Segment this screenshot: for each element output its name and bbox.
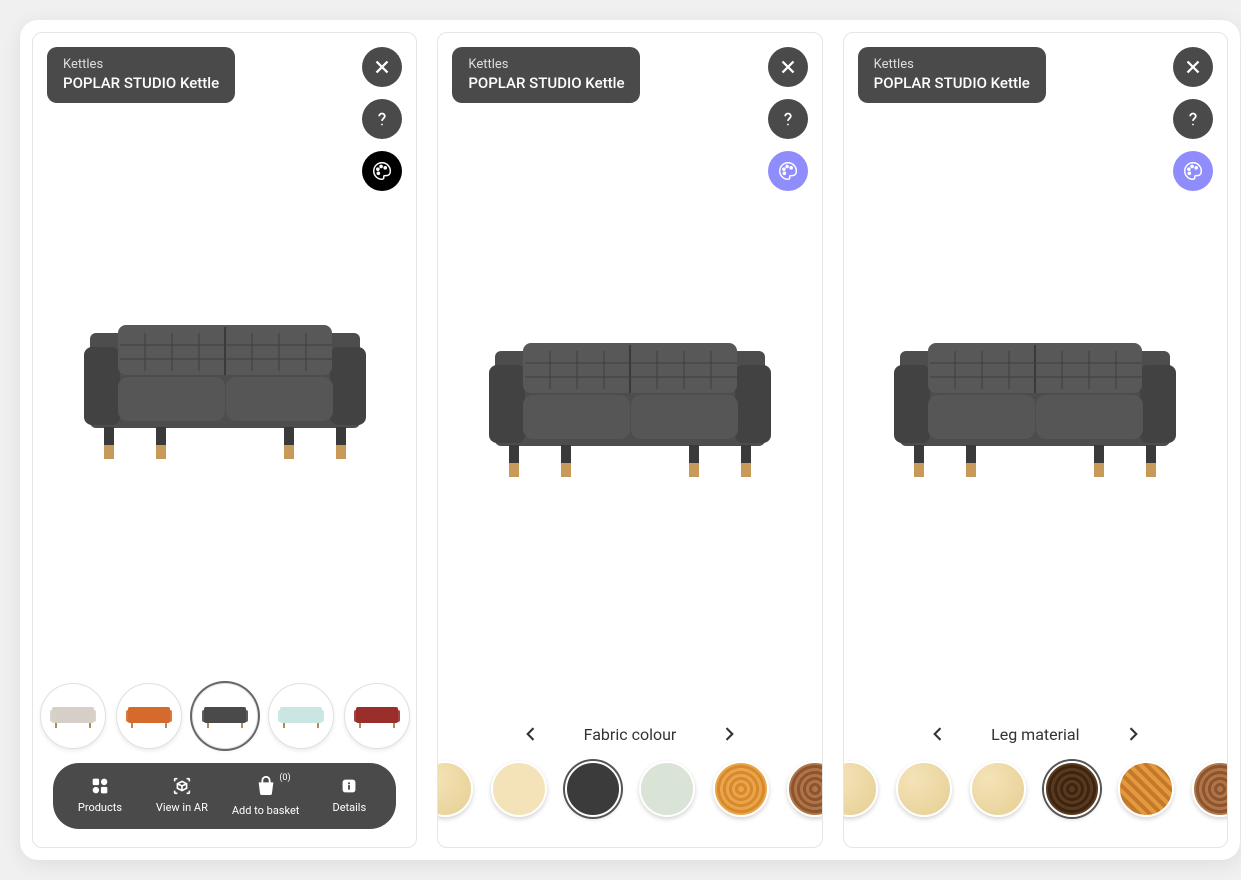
thumbnail[interactable] [268, 683, 334, 749]
product-title: POPLAR STUDIO Kettle [63, 74, 219, 94]
swatch[interactable] [713, 761, 769, 817]
swatch[interactable] [1044, 761, 1100, 817]
help-button[interactable] [362, 99, 402, 139]
product-title: POPLAR STUDIO Kettle [468, 74, 624, 94]
bar-products[interactable]: Products [68, 775, 132, 817]
thumbnail[interactable] [192, 683, 258, 749]
palette-button-active[interactable] [768, 151, 808, 191]
swatch[interactable] [639, 761, 695, 817]
thumbnail-strip [33, 677, 416, 763]
bar-add-basket[interactable]: (0) Add to basket [232, 775, 300, 817]
product-image-area [844, 33, 1227, 713]
palette-icon [777, 160, 799, 182]
bar-view-ar[interactable]: View in AR [150, 775, 214, 817]
swatch[interactable] [844, 761, 879, 817]
bottom-bar: Products View in AR (0) Add to basket De… [53, 763, 396, 829]
variant-next[interactable] [716, 721, 742, 747]
swatch-strip [438, 755, 821, 847]
swatch[interactable] [1118, 761, 1174, 817]
palette-icon [1182, 160, 1204, 182]
help-button[interactable] [768, 99, 808, 139]
swatch[interactable] [787, 761, 822, 817]
bar-details[interactable]: Details [317, 775, 381, 817]
product-title: POPLAR STUDIO Kettle [874, 74, 1030, 94]
product-category: Kettles [874, 57, 1030, 74]
variant-label: Fabric colour [584, 725, 677, 744]
chevron-left-icon [928, 724, 948, 744]
screen-2: Kettles POPLAR STUDIO Kettle [437, 32, 822, 848]
bar-details-label: Details [332, 801, 366, 814]
close-button[interactable] [768, 47, 808, 87]
thumbnail[interactable] [116, 683, 182, 749]
variant-label: Leg material [991, 725, 1079, 744]
bar-basket-label: Add to basket [232, 804, 300, 817]
swatch-strip [844, 755, 1227, 847]
help-icon [1182, 108, 1204, 130]
palette-button-active[interactable] [1173, 151, 1213, 191]
side-icons [768, 47, 808, 191]
products-icon [89, 775, 111, 797]
basket-icon [255, 775, 277, 797]
screens-container: Kettles POPLAR STUDIO Kettle [20, 20, 1240, 860]
swatch[interactable] [438, 761, 473, 817]
swatch[interactable] [970, 761, 1026, 817]
variant-nav: Fabric colour [438, 713, 821, 755]
product-image-area [33, 33, 416, 677]
chevron-left-icon [521, 724, 541, 744]
swatch[interactable] [1192, 761, 1227, 817]
variant-prev[interactable] [518, 721, 544, 747]
chevron-right-icon [719, 724, 739, 744]
product-category: Kettles [63, 57, 219, 74]
close-button[interactable] [362, 47, 402, 87]
palette-button[interactable] [362, 151, 402, 191]
variant-nav: Leg material [844, 713, 1227, 755]
variant-prev[interactable] [925, 721, 951, 747]
thumbnail[interactable] [40, 683, 106, 749]
bar-products-label: Products [78, 801, 122, 814]
product-category: Kettles [468, 57, 624, 74]
variant-next[interactable] [1120, 721, 1146, 747]
close-button[interactable] [1173, 47, 1213, 87]
swatch[interactable] [491, 761, 547, 817]
product-tag: Kettles POPLAR STUDIO Kettle [47, 47, 235, 103]
screen-1: Kettles POPLAR STUDIO Kettle [32, 32, 417, 848]
basket-count: (0) [279, 773, 290, 783]
close-icon [1182, 56, 1204, 78]
help-button[interactable] [1173, 99, 1213, 139]
close-icon [371, 56, 393, 78]
help-icon [371, 108, 393, 130]
chevron-right-icon [1123, 724, 1143, 744]
bar-ar-label: View in AR [156, 801, 208, 814]
info-icon [338, 775, 360, 797]
product-tag: Kettles POPLAR STUDIO Kettle [858, 47, 1046, 103]
thumbnail[interactable] [344, 683, 410, 749]
palette-icon [371, 160, 393, 182]
swatch[interactable] [565, 761, 621, 817]
product-image-area [438, 33, 821, 713]
product-tag: Kettles POPLAR STUDIO Kettle [452, 47, 640, 103]
side-icons [1173, 47, 1213, 191]
side-icons [362, 47, 402, 191]
basket-icon-wrap: (0) [255, 775, 277, 800]
close-icon [777, 56, 799, 78]
swatch[interactable] [896, 761, 952, 817]
ar-icon [171, 775, 193, 797]
sofa-illustration [880, 303, 1190, 503]
sofa-illustration [70, 285, 380, 485]
help-icon [777, 108, 799, 130]
sofa-illustration [475, 303, 785, 503]
screen-3: Kettles POPLAR STUDIO Kettle [843, 32, 1228, 848]
